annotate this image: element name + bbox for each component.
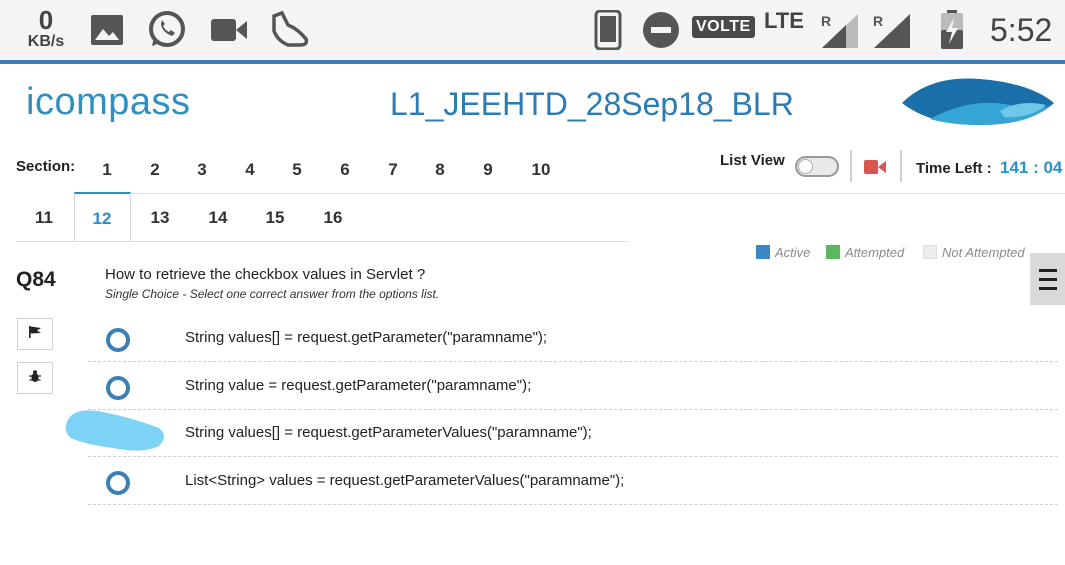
section-label: Section: <box>16 158 76 175</box>
list-view-toggle[interactable] <box>795 156 839 177</box>
signal-icon: R <box>872 12 912 55</box>
option-text: String values[] = request.getParameterVa… <box>185 424 592 441</box>
speed-unit: KB/s <box>27 33 65 50</box>
menu-button[interactable] <box>1030 253 1065 305</box>
answer-option-3[interactable]: String values[] = request.getParameterVa… <box>88 410 1058 457</box>
answer-option-1[interactable]: String values[] = request.getParameter("… <box>88 315 1058 362</box>
divider <box>130 193 628 194</box>
logo-text: icompass <box>26 81 191 123</box>
legend-label: Attempted <box>845 245 905 260</box>
highlight-smudge <box>63 404 169 461</box>
exam-title: L1_JEEHTD_28Sep18_BLR <box>390 86 794 122</box>
signal-icon: R <box>820 12 860 55</box>
whatsapp-icon <box>146 10 188 55</box>
speed-value: 0 <box>38 5 54 35</box>
divider <box>850 150 852 182</box>
legend-swatch-not-attempted <box>923 245 937 259</box>
logo-graphic: icompass <box>26 81 191 123</box>
header-rule <box>0 60 1065 64</box>
section-tab-1[interactable]: 1 <box>87 160 127 180</box>
option-text: String values[] = request.getParameter("… <box>185 329 548 346</box>
section-tab-8[interactable]: 8 <box>420 160 460 180</box>
video-camera-icon[interactable] <box>864 159 886 180</box>
section-tab-6[interactable]: 6 <box>325 160 365 180</box>
question-number: Q84 <box>16 268 56 291</box>
image-icon <box>90 14 124 51</box>
legend-not-attempted: Not Attempted <box>923 245 1025 260</box>
option-text: String value = request.getParameter("par… <box>185 377 532 394</box>
volte-badge: VOLTE <box>692 16 755 38</box>
section-tab-16[interactable]: 16 <box>313 208 353 228</box>
brand-logo <box>900 75 1056 134</box>
time-left-label: Time Left : <box>916 160 992 177</box>
answer-option-4[interactable]: List<String> values = request.getParamet… <box>88 458 1058 505</box>
dnd-icon <box>642 11 680 54</box>
section-tab-7[interactable]: 7 <box>373 160 413 180</box>
legend-active: Active <box>756 245 810 260</box>
section-tab-14[interactable]: 14 <box>198 208 238 228</box>
flag-button[interactable] <box>17 318 53 350</box>
answer-option-2[interactable]: String value = request.getParameter("par… <box>88 363 1058 410</box>
question-type: Single Choice - Select one correct answe… <box>105 287 440 301</box>
section-tab-12[interactable]: 12 <box>82 209 122 229</box>
radio-button[interactable] <box>106 376 130 400</box>
hamburger-icon <box>1038 266 1057 293</box>
section-tab-13[interactable]: 13 <box>140 208 180 228</box>
legend-swatch-attempted <box>826 245 840 259</box>
network-speed: 0 KB/s <box>22 6 70 50</box>
roaming-label: R <box>821 13 831 29</box>
shoe-icon <box>268 10 312 55</box>
logo: icompass <box>26 80 196 140</box>
radio-button[interactable] <box>106 328 130 352</box>
section-tab-3[interactable]: 3 <box>182 160 222 180</box>
radio-button[interactable] <box>106 471 130 495</box>
roaming-label: R <box>873 13 883 29</box>
lte-label: LTE <box>764 8 804 33</box>
option-text: List<String> values = request.getParamet… <box>185 472 625 489</box>
flag-icon <box>28 325 42 344</box>
divider <box>628 193 1065 194</box>
section-tab-2[interactable]: 2 <box>135 160 175 180</box>
section-tab-4[interactable]: 4 <box>230 160 270 180</box>
time-left-value: 141 : 04 <box>1000 158 1063 177</box>
video-icon <box>210 16 248 49</box>
status-bar: 0 KB/s VOLTE LTE R R 5:52 <box>0 0 1065 60</box>
section-tab-10[interactable]: 10 <box>521 160 561 180</box>
section-tab-15[interactable]: 15 <box>255 208 295 228</box>
section-tab-9[interactable]: 9 <box>468 160 508 180</box>
question-text: How to retrieve the checkbox values in S… <box>105 266 426 283</box>
battery-charging-icon <box>940 10 964 55</box>
legend-label: Not Attempted <box>942 245 1025 260</box>
legend-label: Active <box>775 245 811 260</box>
divider <box>900 150 902 182</box>
bug-icon <box>28 369 42 388</box>
legend-attempted: Attempted <box>826 245 904 260</box>
toggle-knob <box>798 159 813 174</box>
section-tab-5[interactable]: 5 <box>277 160 317 180</box>
list-view-label: List View <box>720 152 785 169</box>
divider <box>16 241 628 242</box>
clock: 5:52 <box>990 12 1053 48</box>
report-bug-button[interactable] <box>17 362 53 394</box>
phone-icon <box>594 9 622 55</box>
section-tab-11[interactable]: 11 <box>24 208 64 228</box>
legend-swatch-active <box>756 245 770 259</box>
